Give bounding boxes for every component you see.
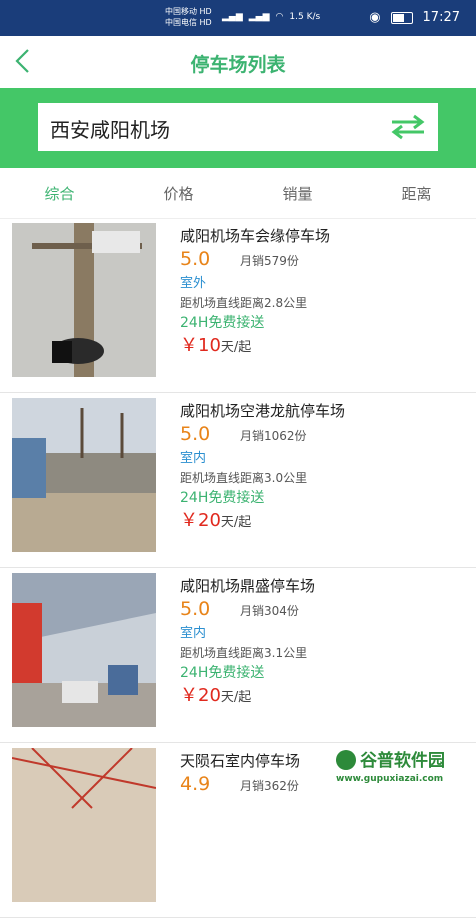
lot-distance: 距机场直线距离2.8公里 (180, 296, 308, 310)
lot-distance: 距机场直线距离3.0公里 (180, 471, 308, 485)
eye-icon: ◉ (369, 10, 381, 25)
tab-distance[interactable]: 距离 (357, 183, 476, 204)
price-unit: 天/起 (220, 515, 252, 530)
lot-score: 5.0 (180, 248, 211, 270)
lot-score: 5.0 (180, 598, 211, 620)
carrier-info: 中国移动 HD 中国电信 HD (165, 6, 212, 28)
tab-sales[interactable]: 销量 (238, 183, 357, 204)
lot-name: 咸阳机场鼎盛停车场 (180, 577, 316, 595)
watermark-logo: 谷普软件园 www.gupuxiazai.com (330, 744, 474, 792)
tab-overall[interactable]: 综合 (0, 183, 119, 204)
search-bar: 西安咸阳机场 (0, 88, 476, 168)
tab-price[interactable]: 价格 (119, 183, 238, 204)
sort-tabs: 综合 价格 销量 距离 (0, 168, 476, 219)
search-value: 西安咸阳机场 (50, 118, 170, 142)
lot-price: ￥20天/起 (180, 684, 468, 710)
list-item[interactable]: 咸阳机场车会缘停车场 5.0 月销579份 室外 距机场直线距离2.8公里 24… (0, 218, 476, 393)
parking-lot-photo (12, 223, 156, 377)
parking-lot-photo (12, 573, 156, 727)
lot-price: ￥20天/起 (180, 509, 468, 535)
lot-type: 室内 (180, 626, 207, 641)
carrier-2: 中国电信 HD (165, 18, 212, 27)
page-title: 停车场列表 (190, 54, 286, 76)
parking-lot-photo (12, 398, 156, 552)
parking-list: 咸阳机场车会缘停车场 5.0 月销579份 室外 距机场直线距离2.8公里 24… (0, 218, 476, 918)
signal-icon: ▂▄▆ (222, 12, 243, 22)
watermark-url: www.gupuxiazai.com (336, 774, 444, 784)
list-item[interactable]: 咸阳机场空港龙航停车场 5.0 月销1062份 室内 距机场直线距离3.0公里 … (0, 393, 476, 568)
list-item[interactable]: 咸阳机场鼎盛停车场 5.0 月销304份 室内 距机场直线距离3.1公里 24H… (0, 568, 476, 743)
lot-shuttle: 24H免费接送 (180, 665, 265, 681)
lot-type: 室外 (180, 276, 207, 291)
leaf-icon (336, 750, 356, 770)
price-symbol: ￥ (180, 335, 198, 356)
lot-score: 5.0 (180, 423, 211, 445)
status-bar: 中国移动 HD 中国电信 HD ▂▄▆ ▂▄▆ ◠ 1.5 K/s ◉ 17:2… (0, 0, 476, 36)
lot-distance: 距机场直线距离3.1公里 (180, 646, 308, 660)
battery-icon (390, 11, 413, 24)
lot-type: 室内 (180, 451, 207, 466)
price-value: 20 (198, 685, 221, 706)
price-unit: 天/起 (220, 690, 252, 705)
lot-name: 咸阳机场车会缘停车场 (180, 227, 331, 245)
swap-arrows-icon[interactable] (388, 114, 428, 140)
watermark-text: 谷普软件园 (360, 751, 445, 771)
price-value: 10 (198, 335, 221, 356)
lot-sales: 月销362份 (240, 779, 299, 793)
signal-icons: ▂▄▆ ▂▄▆ ◠ 1.5 K/s (222, 12, 320, 22)
lot-sales: 月销304份 (240, 604, 299, 618)
net-speed: 1.5 K/s (289, 12, 321, 22)
lot-score: 4.9 (180, 773, 211, 795)
search-input[interactable]: 西安咸阳机场 (38, 103, 438, 151)
price-unit: 天/起 (220, 340, 252, 355)
price-symbol: ￥ (180, 510, 198, 531)
signal-icon: ▂▄▆ (248, 12, 270, 22)
parking-lot-photo (12, 748, 156, 902)
lot-name: 咸阳机场空港龙航停车场 (180, 402, 346, 420)
lot-shuttle: 24H免费接送 (180, 315, 265, 331)
price-value: 20 (198, 510, 221, 531)
lot-price: ￥10天/起 (180, 334, 468, 360)
carrier-1: 中国移动 HD (165, 7, 212, 16)
lot-sales: 月销1062份 (240, 429, 307, 443)
lot-shuttle: 24H免费接送 (180, 490, 265, 506)
clock: 17:27 (422, 10, 460, 25)
price-symbol: ￥ (180, 685, 198, 706)
top-bar: 停车场列表 (0, 36, 476, 88)
lot-sales: 月销579份 (240, 254, 299, 268)
wifi-icon: ◠ (275, 12, 284, 22)
